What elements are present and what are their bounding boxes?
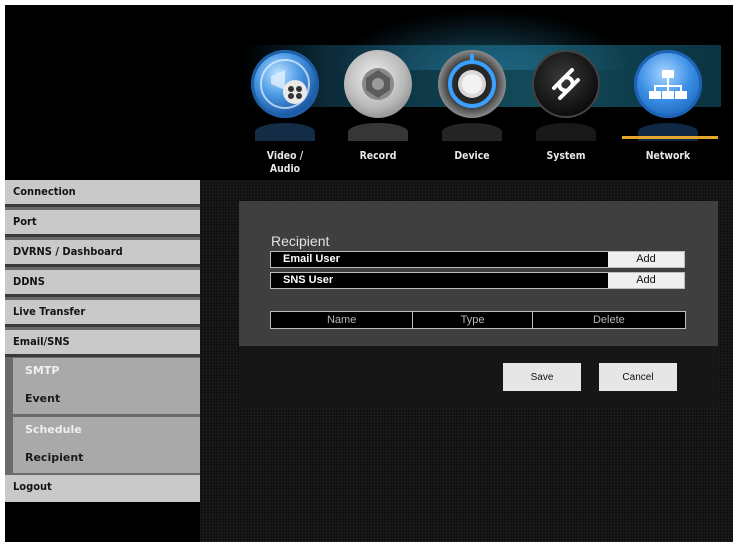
nav-label: System (546, 149, 586, 162)
nav-item-network[interactable]: Network (628, 45, 708, 175)
nav-reflection (348, 123, 408, 141)
nav-item-device[interactable]: Device (432, 45, 512, 175)
dial-icon (438, 50, 506, 118)
nav-label: Video / Audio (266, 149, 304, 175)
sidebar-item-live-transfer[interactable]: Live Transfer (5, 300, 200, 327)
nav-reflection (442, 123, 502, 141)
sidebar-item-ddns[interactable]: DDNS (5, 270, 200, 297)
add-email-user-button[interactable]: Add (608, 252, 684, 267)
nav-reflection (536, 123, 596, 141)
nav-item-system[interactable]: System (526, 45, 606, 175)
nav-reflection (255, 123, 315, 141)
system-link-icon (532, 50, 600, 118)
film-reel-icon (251, 50, 319, 118)
nav-active-underline (622, 136, 718, 139)
cancel-button[interactable]: Cancel (599, 363, 677, 391)
camera-shutter-icon (344, 50, 412, 118)
sidebar-item-dvrns-dashboard[interactable]: DVRNS / Dashboard (5, 240, 200, 267)
sidebar-item-connection[interactable]: Connection (5, 180, 200, 207)
sidebar-subitem-recipient[interactable]: Recipient (13, 445, 200, 473)
nav-item-record[interactable]: Record (338, 45, 418, 175)
save-button[interactable]: Save (503, 363, 581, 391)
sidebar-subitem-smtp[interactable]: SMTP (13, 358, 200, 386)
sidebar-item-label: DDNS (13, 275, 45, 288)
sidebar-item-label: Live Transfer (13, 305, 86, 318)
sidebar-item-label: Email/SNS (13, 335, 70, 348)
sidebar-subitem-label: Schedule (25, 423, 82, 436)
network-icon (634, 50, 702, 118)
sidebar-subitem-label: SMTP (25, 364, 60, 377)
nav-label: Network (645, 149, 691, 162)
sns-user-row: SNS User Add (270, 272, 685, 289)
column-header-delete: Delete (592, 314, 625, 326)
nav-label: Device (454, 149, 490, 162)
sns-user-label: SNS User (283, 274, 334, 286)
sidebar: Connection Port DVRNS / Dashboard DDNS L… (5, 180, 200, 502)
sidebar-subitem-schedule[interactable]: Schedule (13, 417, 200, 445)
sidebar-item-label: Connection (13, 185, 76, 198)
column-header-name: Name (271, 312, 414, 328)
add-sns-user-button[interactable]: Add (608, 273, 684, 288)
logout-label: Logout (13, 480, 52, 493)
sidebar-item-label: DVRNS / Dashboard (13, 245, 123, 258)
dvr-settings-screen: Video / Audio Record Device System Netwo… (5, 5, 733, 542)
nav-label: Record (359, 149, 397, 162)
logout-button[interactable]: Logout (5, 475, 200, 502)
sidebar-item-label: Port (13, 215, 37, 228)
recipient-table-header: Name Type Delete (270, 311, 686, 329)
sidebar-item-port[interactable]: Port (5, 210, 200, 237)
nav-item-video-audio[interactable]: Video / Audio (245, 45, 325, 175)
sidebar-subitem-label: Recipient (25, 451, 84, 464)
sidebar-item-email-sns[interactable]: Email/SNS (5, 330, 200, 357)
email-user-label: Email User (283, 253, 340, 265)
sidebar-subitem-event[interactable]: Event (13, 386, 200, 414)
email-user-row: Email User Add (270, 251, 685, 268)
recipient-title: Recipient (271, 233, 330, 249)
sidebar-subitem-label: Event (25, 392, 61, 405)
column-header-type: Type (413, 312, 533, 328)
